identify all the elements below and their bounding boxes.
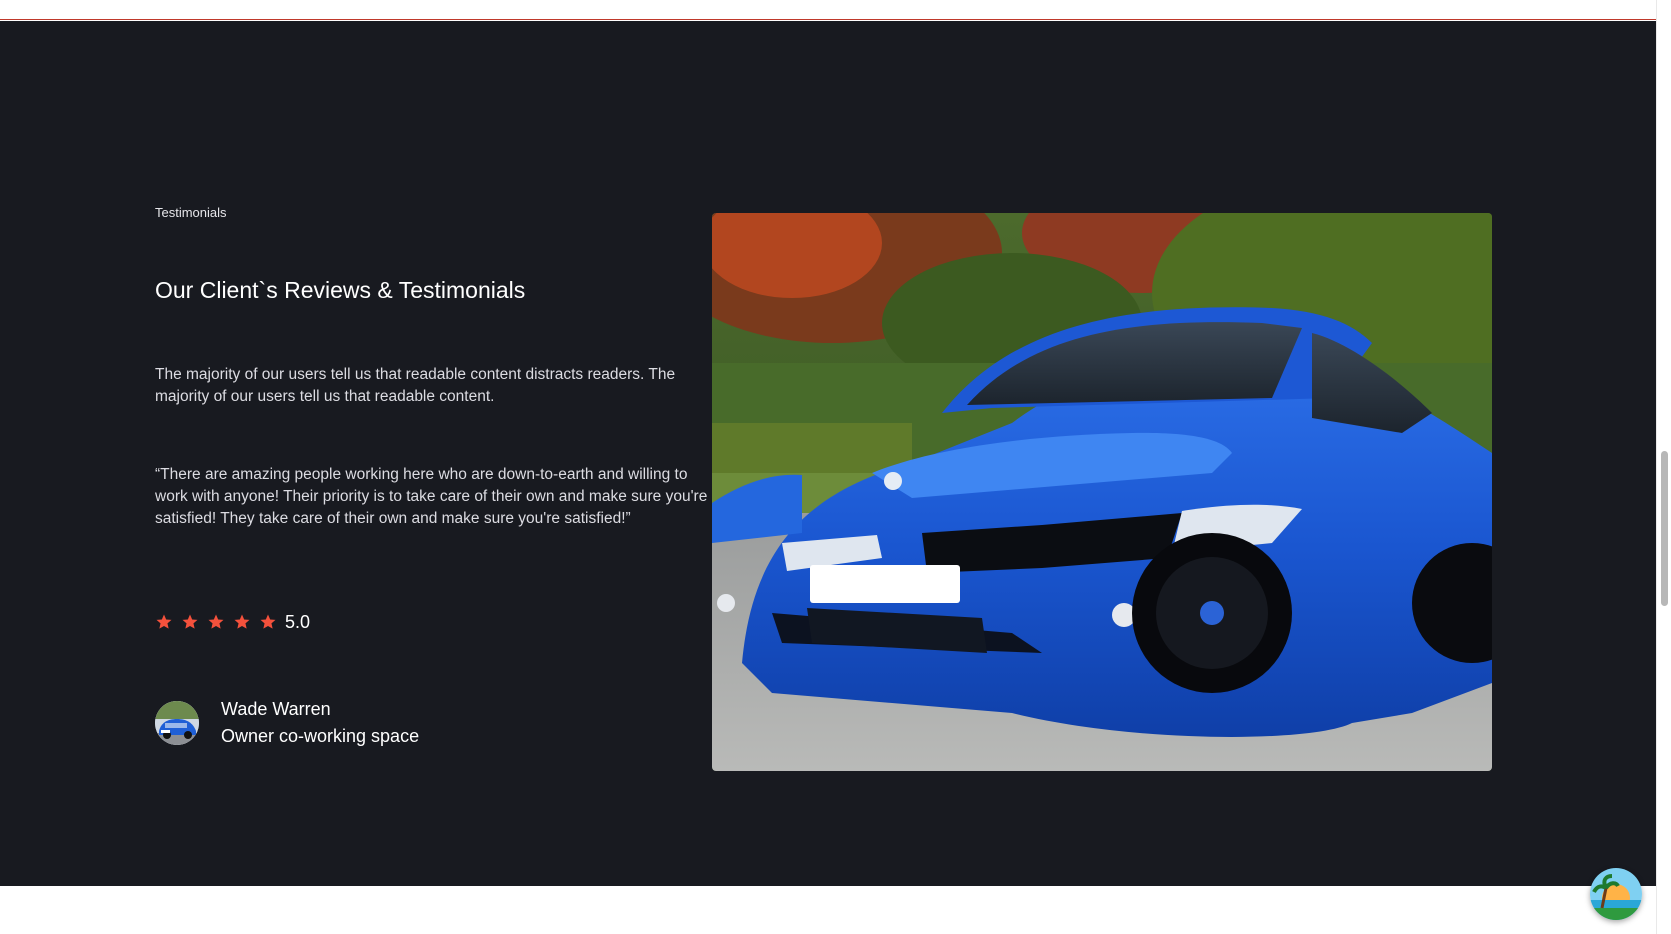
star-icon	[234, 614, 250, 629]
section-title: Our Client`s Reviews & Testimonials	[155, 277, 526, 303]
star-icon	[156, 614, 172, 629]
next-section-strip	[0, 886, 1656, 934]
star-icon	[260, 614, 276, 629]
top-page-strip	[0, 0, 1656, 20]
avatar	[155, 701, 199, 745]
star-icon	[182, 614, 198, 629]
page-scrollbar[interactable]	[1656, 0, 1671, 934]
section-eyebrow: Testimonials	[155, 205, 227, 220]
author-name: Wade Warren	[221, 699, 331, 719]
rating: 5.0	[155, 610, 310, 634]
testimonial-author: Wade Warren Owner co-working space	[155, 696, 419, 750]
rating-value: 5.0	[285, 611, 311, 632]
author-details: Wade Warren Owner co-working space	[221, 696, 419, 750]
author-role: Owner co-working space	[221, 726, 420, 746]
beach-icon[interactable]	[1590, 868, 1642, 920]
testimonial-quote: “There are amazing people working here w…	[155, 466, 708, 527]
section-description: The majority of our users tell us that r…	[155, 366, 676, 405]
car-photo	[712, 213, 1492, 771]
testimonials-section: Testimonials Our Client`s Reviews & Test…	[0, 21, 1656, 886]
scrollbar-thumb[interactable]	[1661, 451, 1668, 606]
star-icon	[208, 614, 224, 629]
